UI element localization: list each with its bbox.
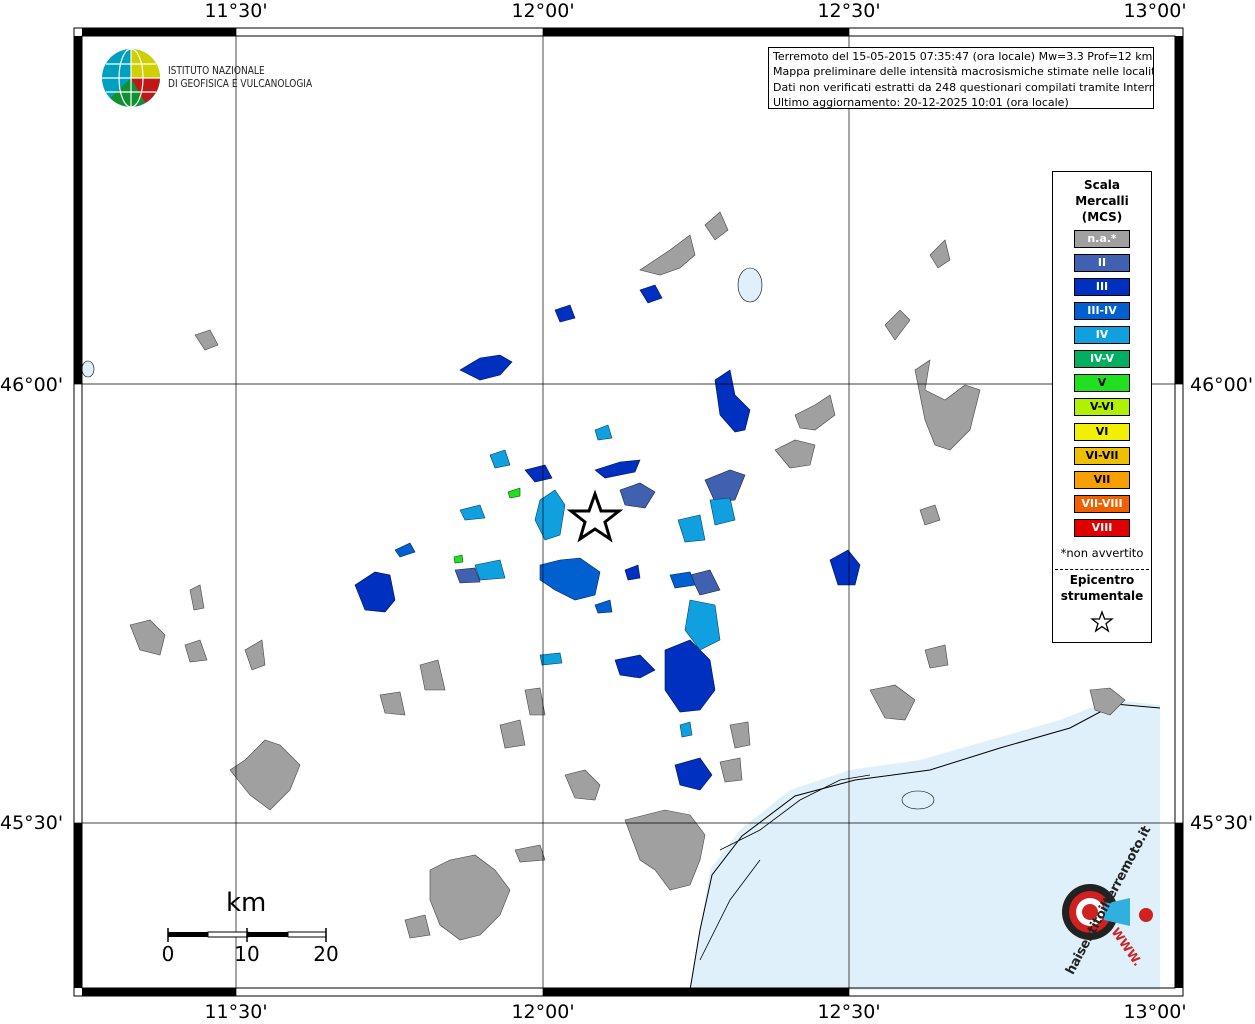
coord-top-2: 12°00' (511, 0, 575, 22)
info-line-2: Mappa preliminare delle intensità macros… (773, 65, 1153, 79)
info-box: Terremoto del 15-05-2015 07:35:47 (ora l… (768, 47, 1154, 109)
legend-item-vi-vii: VI-VII (1074, 447, 1130, 465)
info-line-1: Terremoto del 15-05-2015 07:35:47 (ora l… (773, 50, 1153, 63)
legend-item-iii-iv: III-IV (1074, 302, 1130, 320)
coord-bottom-3: 12°30' (817, 1001, 881, 1023)
places-intensity-v (453, 487, 521, 564)
lake (737, 267, 763, 303)
scale-bar (167, 928, 327, 942)
legend-item-v-vi: V-VI (1074, 398, 1130, 416)
legend-title-line-2: Mercalli (1075, 194, 1129, 208)
legend-item-iv: IV (1074, 326, 1130, 344)
coord-bottom-4: 13°00' (1123, 1001, 1187, 1023)
coord-right-1: 46°00' (1190, 374, 1254, 396)
ingv-logo-text: ISTITUTO NAZIONALE DI GEOFISICA E VULCAN… (168, 64, 312, 90)
lake (901, 790, 935, 810)
legend-item-iv-v: IV-V (1074, 350, 1130, 368)
ingv-line-2: DI GEOFISICA E VULCANOLOGIA (168, 77, 313, 90)
coord-top-1: 11°30' (204, 0, 268, 22)
epicentre-star (566, 489, 624, 543)
legend-item-viii: VIII (1074, 519, 1130, 537)
coord-bottom-1: 11°30' (204, 1001, 268, 1023)
scale-label-0: 0 (161, 942, 175, 966)
legend-title-line-3: (MCS) (1081, 210, 1123, 224)
coord-right-2: 45°30' (1190, 812, 1254, 834)
scale-label-10: 10 (234, 942, 260, 966)
legend-item-ii: II (1074, 254, 1130, 272)
coord-top-3: 12°30' (817, 0, 881, 22)
legend-divider (1055, 569, 1149, 570)
coord-left-1: 46°00' (0, 374, 64, 396)
ingv-line-1: ISTITUTO NAZIONALE (168, 64, 265, 77)
legend-title-line-1: Scala (1083, 178, 1121, 192)
legend-epicentre-line-1: Epicentro (1069, 573, 1135, 587)
coord-top-4: 13°00' (1123, 0, 1187, 22)
legend-epicentre-line-2: strumentale (1060, 589, 1144, 603)
legend-epicentre: Epicentro strumentale (1053, 572, 1151, 604)
legend-title: Scala Mercalli (MCS) (1053, 177, 1151, 225)
places-intensity-iii-iv (394, 542, 696, 614)
legend-item-vii-viii: VII-VIII (1074, 495, 1130, 513)
lake (81, 360, 95, 378)
legend-item-v: V (1074, 374, 1130, 392)
info-line-3: Dati non verificati estratti da 248 ques… (773, 80, 1153, 94)
legend-item-iii: III (1074, 278, 1130, 296)
legend-item-vii: VII (1074, 471, 1130, 489)
legend-note: *non avvertito (1060, 546, 1144, 560)
coord-bottom-2: 12°00' (511, 1001, 575, 1023)
ingv-logo-icon (102, 48, 160, 108)
legend: Scala Mercalli (MCS) n.a.* II III III-IV… (1052, 171, 1152, 643)
legend-item-vi: VI (1074, 423, 1130, 441)
coord-left-2: 45°30' (0, 812, 64, 834)
epicentre-star-icon (1090, 610, 1114, 633)
info-line-4: Ultimo aggiornamento: 20-12-2025 10:01 (… (773, 95, 1069, 109)
legend-item-na: n.a.* (1074, 230, 1130, 248)
scale-unit: km (226, 888, 267, 918)
scale-label-20: 20 (313, 942, 339, 966)
